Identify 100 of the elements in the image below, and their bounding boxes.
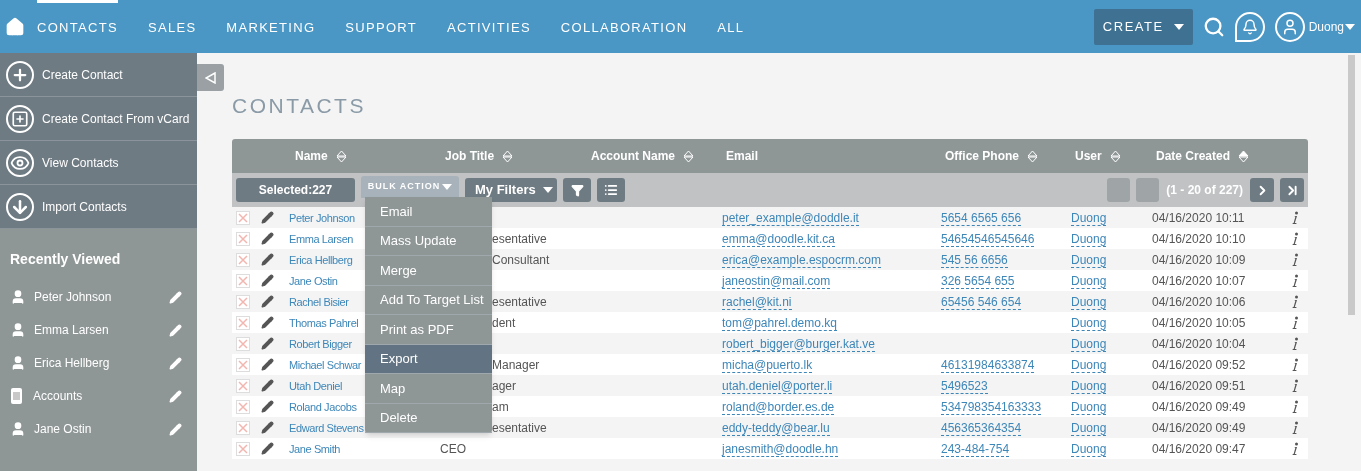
contact-name-link[interactable]: Thomas Pahrel bbox=[289, 316, 359, 329]
checkbox[interactable] bbox=[236, 441, 250, 456]
menu-item[interactable]: Map bbox=[365, 374, 492, 404]
sort-icon[interactable] bbox=[502, 149, 514, 163]
info-icon[interactable] bbox=[1291, 231, 1299, 246]
email-link[interactable]: janeostin@mail.com bbox=[722, 273, 831, 289]
contact-name-link[interactable]: Jane Ostin bbox=[289, 274, 338, 287]
user-link[interactable]: Duong bbox=[1071, 399, 1107, 415]
email-link[interactable]: tom@pahrel.demo.kq bbox=[722, 315, 837, 331]
edit-icon[interactable] bbox=[261, 379, 274, 392]
info-icon[interactable] bbox=[1291, 357, 1299, 372]
email-link[interactable]: eddy-teddy@bear.lu bbox=[722, 420, 830, 436]
edit-icon[interactable] bbox=[261, 211, 274, 224]
info-icon[interactable] bbox=[1291, 273, 1299, 288]
edit-icon[interactable] bbox=[261, 316, 274, 329]
contact-name-link[interactable]: Rachel Bisier bbox=[289, 295, 349, 308]
filter-button[interactable] bbox=[563, 178, 591, 202]
phone-link[interactable]: 456365364354 bbox=[941, 420, 1022, 436]
recent-item-link[interactable]: Jane Ostin bbox=[34, 420, 169, 438]
user-link[interactable]: Duong bbox=[1071, 441, 1107, 457]
user-link[interactable]: Duong bbox=[1071, 420, 1107, 436]
user-link[interactable]: Duong bbox=[1071, 210, 1107, 226]
selected-count-button[interactable]: Selected:227 bbox=[236, 178, 355, 202]
menu-item[interactable]: Delete bbox=[365, 403, 492, 433]
user-link[interactable]: Duong bbox=[1071, 252, 1107, 268]
info-icon[interactable] bbox=[1291, 378, 1299, 393]
edit-icon[interactable] bbox=[261, 400, 274, 413]
create-button[interactable]: CREATE bbox=[1093, 8, 1193, 45]
phone-link[interactable]: 243-484-754 bbox=[941, 441, 1010, 457]
nav-tab[interactable]: ALL bbox=[717, 0, 745, 53]
contact-name-link[interactable]: Roland Jacobs bbox=[289, 400, 357, 413]
checkbox[interactable] bbox=[236, 294, 250, 309]
checkbox[interactable] bbox=[236, 231, 250, 246]
bulk-action-button[interactable]: BULK ACTION bbox=[361, 176, 459, 198]
next-page-button[interactable] bbox=[1250, 178, 1274, 202]
edit-icon[interactable] bbox=[261, 442, 274, 455]
home-icon[interactable] bbox=[5, 16, 25, 37]
phone-link[interactable]: 65456 546 654 bbox=[941, 294, 1022, 310]
menu-item[interactable]: Email bbox=[365, 197, 492, 227]
user-link[interactable]: Duong bbox=[1071, 231, 1107, 247]
last-page-button[interactable] bbox=[1280, 178, 1304, 202]
phone-link[interactable]: 545 56 6656 bbox=[941, 252, 1008, 268]
info-icon[interactable] bbox=[1291, 294, 1299, 309]
user-link[interactable]: Duong bbox=[1071, 273, 1107, 289]
recent-item-link[interactable]: Peter Johnson bbox=[34, 288, 169, 306]
contact-name-link[interactable]: Jane Smith bbox=[289, 442, 341, 455]
info-icon[interactable] bbox=[1291, 210, 1299, 225]
contact-name-link[interactable]: Robert Bigger bbox=[289, 337, 352, 350]
contact-name-link[interactable]: Michael Schwar bbox=[289, 358, 362, 371]
column-header[interactable]: Email bbox=[726, 147, 758, 165]
edit-icon[interactable] bbox=[261, 232, 274, 245]
user-menu[interactable]: Duong bbox=[1308, 17, 1355, 36]
sort-icon[interactable] bbox=[1027, 149, 1038, 163]
email-link[interactable]: roland@border.es.de bbox=[722, 399, 835, 415]
phone-link[interactable]: 46131984633874 bbox=[941, 357, 1035, 373]
menu-item[interactable]: Merge bbox=[365, 256, 492, 286]
user-avatar-icon[interactable] bbox=[1274, 11, 1305, 42]
email-link[interactable]: peter_example@doddle.it bbox=[722, 210, 859, 226]
menu-item[interactable]: Print as PDF bbox=[365, 315, 492, 345]
contact-name-link[interactable]: Emma Larsen bbox=[289, 232, 354, 245]
column-header[interactable]: User bbox=[1075, 147, 1102, 165]
user-link[interactable]: Duong bbox=[1071, 336, 1107, 352]
checkbox[interactable] bbox=[236, 252, 250, 267]
edit-icon[interactable] bbox=[261, 358, 274, 371]
column-header[interactable]: Date Created bbox=[1156, 147, 1231, 165]
user-link[interactable]: Duong bbox=[1071, 378, 1107, 394]
checkbox[interactable] bbox=[236, 315, 250, 330]
email-link[interactable]: janesmith@doodle.hn bbox=[722, 441, 839, 457]
info-icon[interactable] bbox=[1291, 252, 1299, 267]
recent-item-link[interactable]: Emma Larsen bbox=[34, 321, 169, 339]
nav-tab[interactable]: ACTIVITIES bbox=[447, 0, 531, 53]
phone-link[interactable]: 54654546545646 bbox=[941, 231, 1035, 247]
filters-dropdown[interactable]: My Filters bbox=[465, 178, 557, 202]
recent-item-link[interactable]: Accounts bbox=[33, 387, 169, 405]
sidebar-action[interactable]: Import Contacts bbox=[0, 185, 197, 229]
checkbox[interactable] bbox=[236, 357, 250, 372]
edit-icon[interactable] bbox=[261, 337, 274, 350]
sort-icon[interactable] bbox=[1109, 149, 1121, 163]
phone-link[interactable]: 5496523 bbox=[941, 378, 988, 394]
phone-link[interactable]: 534798354163333 bbox=[941, 399, 1042, 415]
sidebar-action[interactable]: View Contacts bbox=[0, 141, 197, 185]
list-view-button[interactable] bbox=[597, 178, 625, 202]
user-link[interactable]: Duong bbox=[1071, 357, 1107, 373]
checkbox[interactable] bbox=[236, 210, 250, 225]
menu-item[interactable]: Mass Update bbox=[365, 226, 492, 256]
info-icon[interactable] bbox=[1291, 315, 1299, 330]
contact-name-link[interactable]: Erica Hellberg bbox=[289, 253, 353, 266]
nav-tab[interactable]: SALES bbox=[147, 0, 197, 53]
edit-icon[interactable] bbox=[261, 253, 274, 266]
nav-tab[interactable]: MARKETING bbox=[226, 0, 316, 53]
email-link[interactable]: emma@doodle.kit.ca bbox=[722, 231, 835, 247]
sort-icon[interactable] bbox=[1238, 149, 1250, 163]
column-header[interactable]: Office Phone bbox=[945, 147, 1019, 165]
phone-link[interactable]: 326 5654 655 bbox=[941, 273, 1015, 289]
checkbox[interactable] bbox=[236, 420, 250, 435]
checkbox[interactable] bbox=[236, 399, 250, 414]
notification-bell-icon[interactable] bbox=[1234, 11, 1265, 42]
user-link[interactable]: Duong bbox=[1071, 315, 1107, 331]
checkbox[interactable] bbox=[236, 336, 250, 351]
info-icon[interactable] bbox=[1291, 399, 1299, 414]
